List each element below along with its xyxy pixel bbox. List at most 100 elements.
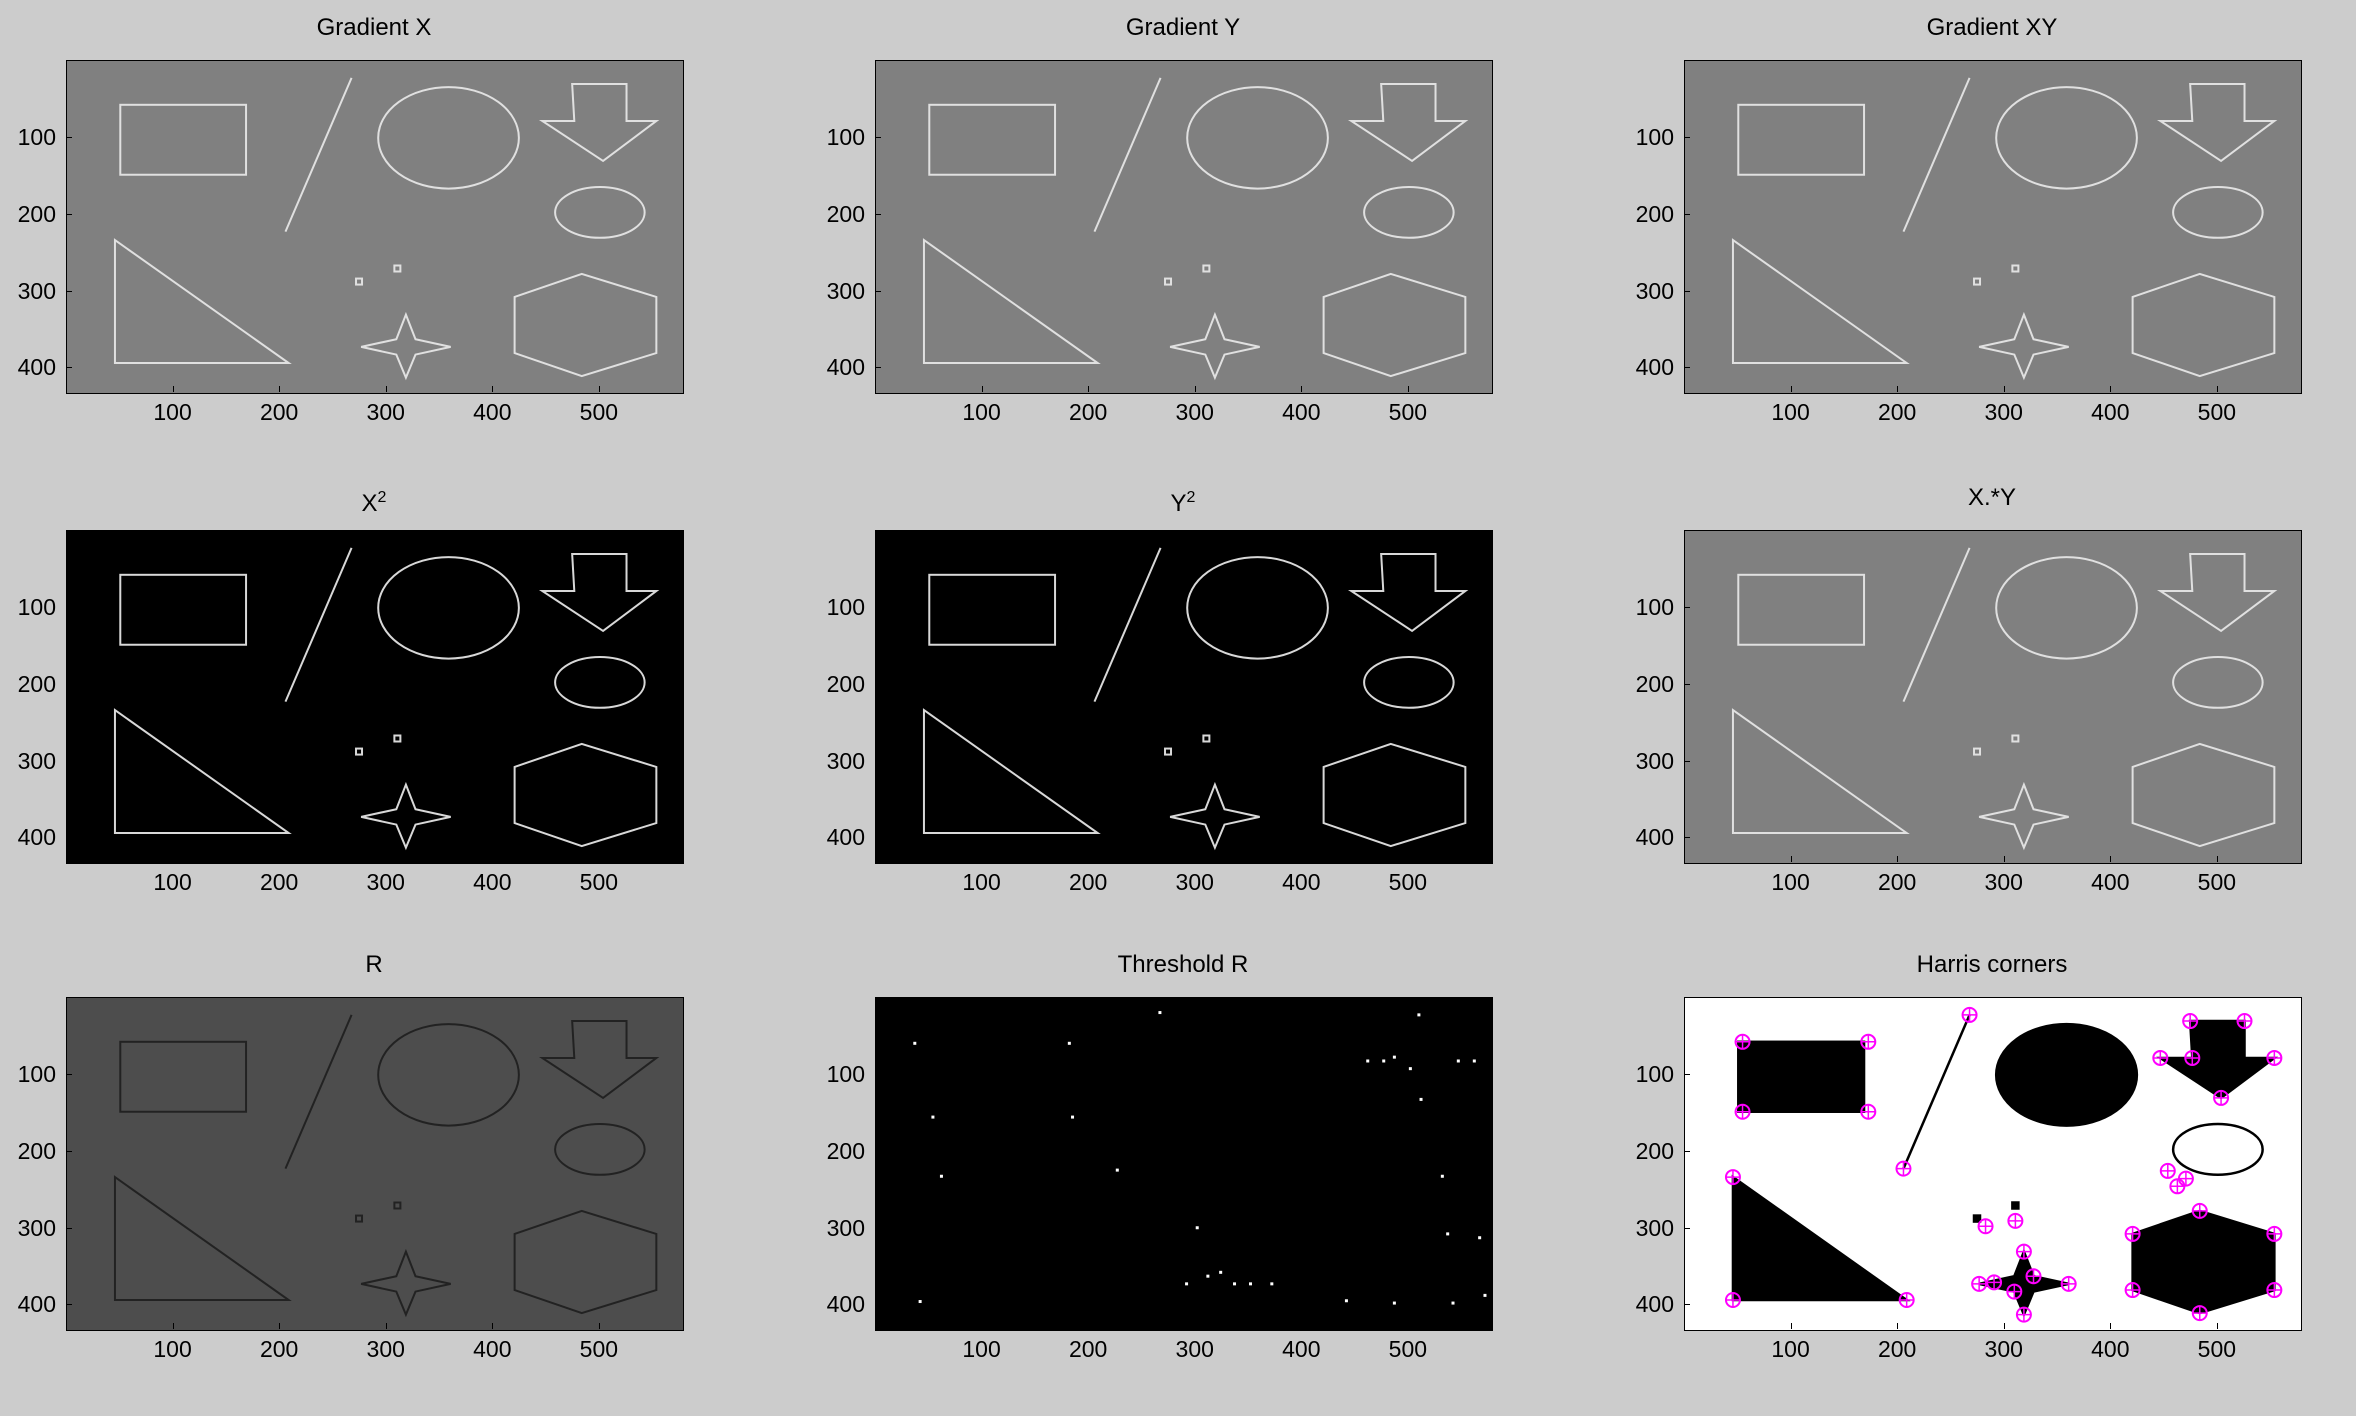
y-tick-mark: [66, 606, 72, 608]
x-tick-label: 400: [2091, 399, 2130, 425]
axes-panel-grad-y: Gradient Y 100 200 300 400 100 200 300 400 500: [805, 10, 1501, 452]
image-canvas: [913, 1011, 1487, 1305]
diagonal-line-shape: [1093, 77, 1162, 233]
x-tick-label: 300: [1984, 399, 2023, 425]
threshold-point: [1440, 1174, 1444, 1178]
star-shape: [1169, 781, 1260, 851]
triangle-shape: [113, 708, 292, 835]
hexagon-shape: [2131, 1209, 2276, 1315]
corner-marker: [2015, 1243, 2032, 1260]
axes-panel-xy: X.*Y 100 200 300 400 100 200 300 400 500: [1614, 480, 2310, 922]
corner-marker: [2184, 1049, 2201, 1066]
y-tick-label: 200: [826, 1137, 865, 1164]
x-tick-mark: [1897, 386, 1899, 392]
x-tick-mark: [1407, 1323, 1409, 1329]
threshold-point: [1446, 1232, 1450, 1236]
panel-title-superscript: 2: [1186, 489, 1196, 506]
y-tick-label: 300: [826, 277, 865, 304]
x-tick-label: 200: [1068, 1336, 1108, 1362]
corner-marker: [2159, 1162, 2176, 1179]
panel-title-text: Y: [1170, 490, 1187, 517]
y-tick-label: 400: [826, 354, 865, 381]
threshold-point: [1419, 1097, 1423, 1101]
axes-panel-harris: Harris corners 100 200 300 400 100 200 300 400 50…: [1614, 947, 2310, 1389]
x-tick-mark: [981, 386, 983, 392]
x-tick-label: 500: [579, 399, 619, 425]
x-tick-label: 300: [366, 869, 405, 895]
corner-marker: [1977, 1218, 1994, 1235]
y-tick-label: 400: [17, 1291, 56, 1318]
panel-title: Gradient Y: [875, 14, 1491, 42]
threshold-point: [1344, 1299, 1348, 1303]
corner-marker: [2191, 1305, 2208, 1322]
corner-marker: [2015, 1306, 2032, 1323]
y-tick-label: 300: [17, 1214, 56, 1241]
arrow-shape: [1347, 83, 1469, 163]
x-tick-label: 100: [153, 869, 192, 895]
x-tick-label: 300: [1175, 1336, 1214, 1362]
corner-marker: [1895, 1160, 1912, 1177]
y-tick-label: 300: [17, 747, 56, 774]
x-tick-mark: [1407, 386, 1409, 392]
y-tick-label: 200: [1635, 1137, 1674, 1164]
x-tick-mark: [1088, 856, 1090, 862]
x-tick-mark: [2216, 1323, 2218, 1329]
y-tick-label: 300: [826, 747, 865, 774]
x-tick-label: 200: [1068, 869, 1108, 895]
corner-marker: [1898, 1292, 1915, 1309]
x-tick-mark: [1194, 1323, 1196, 1329]
axes-panel-grad-x: Gradient X 100 200 300 400 100 200 300 400 500: [0, 10, 692, 452]
speech-bubble-shape: [2172, 186, 2264, 239]
image-canvas: [113, 1014, 660, 1318]
y-tick-label: 200: [826, 200, 865, 227]
corner-marker: [2007, 1212, 2024, 1229]
y-tick-label: 300: [1635, 747, 1674, 774]
y-tick-mark: [875, 760, 881, 762]
speech-bubble-shape: [554, 186, 646, 239]
arrow-shape: [1347, 553, 1469, 633]
corner-marker: [2006, 1283, 2023, 1300]
x-tick-mark: [1088, 1323, 1090, 1329]
triangle-shape: [1731, 1174, 1911, 1302]
x-tick-label: 200: [1068, 399, 1108, 425]
panel-title-text: Gradient XY: [1926, 14, 2058, 41]
x-tick-mark: [279, 1323, 281, 1329]
x-tick-mark: [1897, 856, 1899, 862]
small-dot-shape: [393, 264, 402, 273]
panel-title-text: Gradient Y: [1125, 14, 1241, 41]
x-tick-label: 500: [1388, 869, 1428, 895]
corner-marker: [1860, 1033, 1877, 1050]
y-tick-mark: [66, 290, 72, 292]
y-tick-label: 300: [826, 1214, 865, 1241]
speech-bubble-shape: [2172, 656, 2264, 709]
x-tick-label: 500: [2197, 1336, 2237, 1362]
corner-marker: [1860, 1103, 1877, 1120]
axes-panel-x2: X2 100 200 300 400 100 200 300 400 500: [0, 480, 692, 922]
y-tick-label: 200: [826, 670, 865, 697]
x-tick-label: 400: [2091, 869, 2130, 895]
small-dot-shape: [2011, 264, 2020, 273]
image-axes: [1684, 60, 2302, 394]
image-canvas: [113, 547, 660, 851]
rectangle-shape: [928, 573, 1057, 646]
small-dot-shape: [355, 747, 364, 756]
diagonal-line-shape: [1093, 547, 1162, 703]
x-tick-mark: [2003, 1323, 2005, 1329]
rectangle-shape: [1737, 573, 1866, 646]
rectangle-shape: [119, 573, 248, 646]
ellipse-shape: [1995, 556, 2138, 660]
diagonal-line-shape: [1902, 77, 1971, 233]
y-tick-label: 100: [1635, 593, 1674, 620]
axes-panel-y2: Y2 100 200 300 400 100 200 300 400 500: [805, 480, 1501, 922]
image-canvas: [922, 77, 1469, 381]
y-tick-mark: [1684, 1073, 1690, 1075]
x-tick-mark: [1301, 1323, 1303, 1329]
hexagon-shape: [1322, 742, 1467, 848]
threshold-point: [1071, 1115, 1075, 1119]
x-tick-mark: [172, 386, 174, 392]
y-tick-mark: [875, 1227, 881, 1229]
star-shape: [1169, 311, 1260, 381]
y-tick-mark: [66, 1304, 72, 1306]
x-tick-label: 300: [1984, 869, 2023, 895]
small-dot-shape: [2011, 734, 2020, 743]
